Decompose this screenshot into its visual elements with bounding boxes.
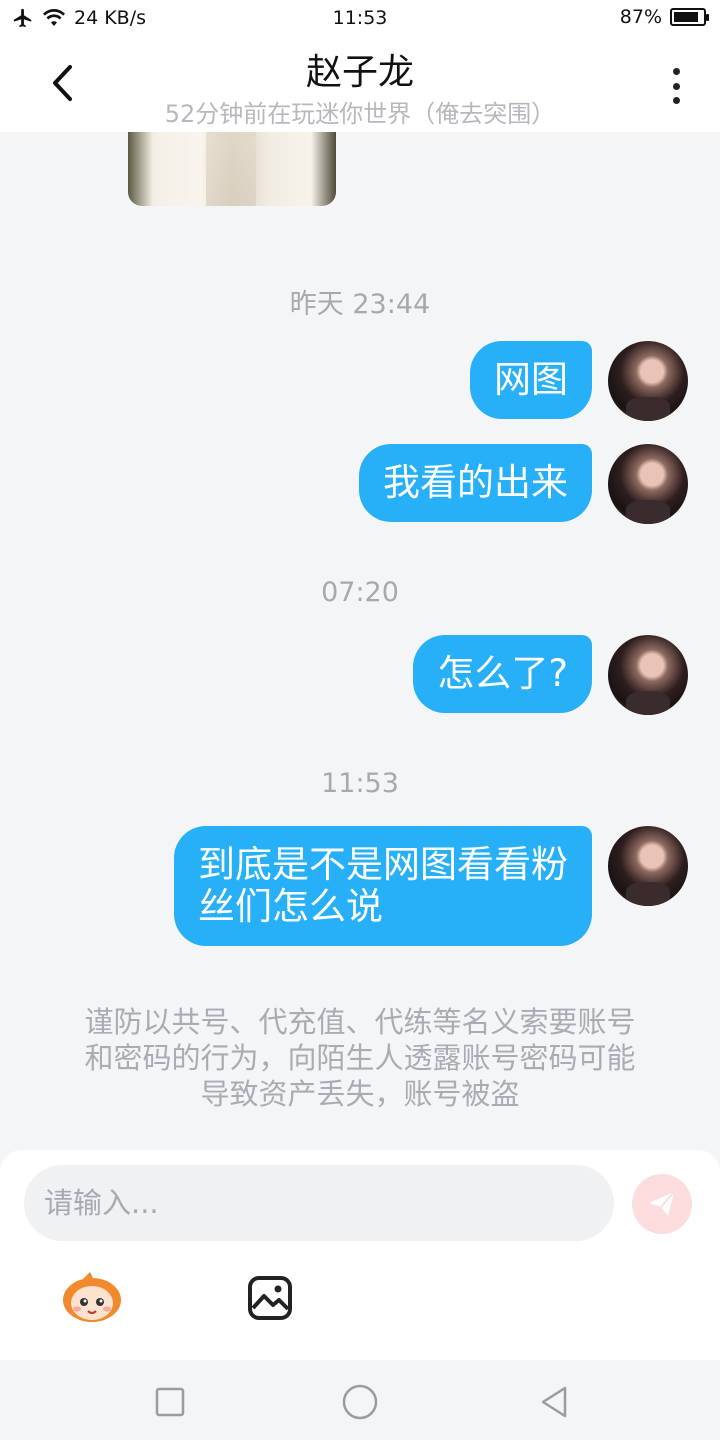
message-input[interactable]: [24, 1165, 614, 1241]
emoji-icon: [63, 1272, 121, 1322]
more-vertical-icon: [672, 68, 680, 75]
message-bubble[interactable]: 网图: [470, 341, 592, 419]
message-bubble[interactable]: 到底是不是网图看看粉 丝们怎么说: [174, 826, 592, 946]
avatar[interactable]: [608, 826, 688, 906]
image-icon: [248, 1276, 292, 1320]
avatar[interactable]: [608, 635, 688, 715]
send-icon: [649, 1191, 675, 1216]
avatar[interactable]: [608, 444, 688, 524]
status-time: 11:53: [332, 7, 388, 29]
message-line: 到底是不是网图看看粉: [198, 843, 568, 886]
status-bar: 24 KB/s 11:53 87%: [0, 0, 720, 38]
timestamp: 昨天 23:44: [289, 289, 431, 320]
contact-status: 52分钟前在玩迷你世界（俺去突围）: [164, 100, 556, 128]
notice-line: 导致资产丢失，账号被盗: [200, 1077, 520, 1111]
back-nav-button[interactable]: [534, 1382, 574, 1422]
battery-level: [674, 12, 699, 22]
security-notice: 谨防以共号、代充值、代练等名义索要账号 和密码的行为，向陌生人透露账号密码可能 …: [50, 1004, 670, 1112]
home-icon: [342, 1384, 378, 1420]
contact-name: 赵子龙: [305, 52, 414, 93]
chat-area[interactable]: 昨天 23:44 网图 我看的出来 07:20 怎么了? 11:53 到底是不是…: [0, 132, 720, 1150]
back-triangle-icon: [541, 1386, 567, 1418]
input-panel: [0, 1150, 720, 1360]
send-button[interactable]: [632, 1174, 692, 1234]
more-dot: [672, 97, 680, 104]
image-button[interactable]: [246, 1274, 294, 1322]
chat-header: 赵子龙 52分钟前在玩迷你世界（俺去突围）: [0, 38, 720, 132]
timestamp: 11:53: [321, 768, 399, 799]
timestamp: 07:20: [321, 577, 399, 608]
status-right: 87%: [619, 6, 709, 28]
emoji-button[interactable]: [60, 1272, 124, 1324]
home-button[interactable]: [340, 1382, 380, 1422]
system-nav-bar: [0, 1360, 720, 1440]
battery-icon: [670, 8, 709, 26]
message-bubble[interactable]: 我看的出来: [359, 444, 592, 522]
more-dot: [672, 82, 680, 90]
message-bubble[interactable]: 怎么了?: [413, 635, 592, 713]
avatar[interactable]: [608, 341, 688, 421]
recent-apps-button[interactable]: [150, 1382, 190, 1422]
battery-percent: 87%: [619, 6, 662, 28]
recent-apps-icon: [155, 1387, 185, 1417]
notice-line: 和密码的行为，向陌生人透露账号密码可能: [84, 1041, 636, 1075]
message-line: 丝们怎么说: [198, 885, 383, 928]
notice-line: 谨防以共号、代充值、代练等名义索要账号: [84, 1005, 636, 1039]
image-message[interactable]: [128, 132, 336, 206]
more-options-button[interactable]: [660, 64, 692, 108]
